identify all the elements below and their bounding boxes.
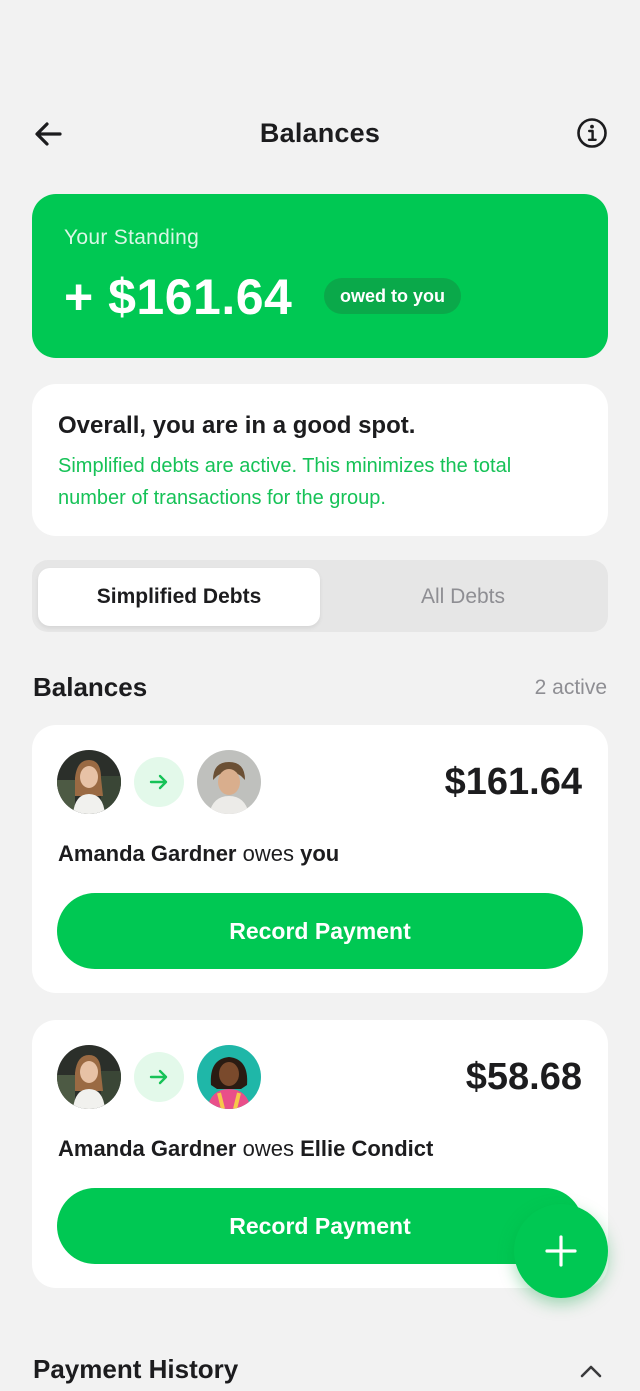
debtor-name: Amanda Gardner [58,1136,237,1161]
arrow-right-icon [149,1069,168,1085]
debt-amount: $161.64 [444,761,582,803]
tab-all-debts[interactable]: All Debts [322,568,604,626]
status-badge: owed to you [324,278,461,314]
plus-icon [545,1235,577,1267]
user-photo-icon [197,750,261,814]
debt-description: Amanda Gardner owes you [58,841,339,867]
tab-simplified-debts[interactable]: Simplified Debts [38,568,320,626]
debt-card: $161.64 Amanda Gardner owes you Record P… [32,725,608,993]
user-photo-icon [57,1045,121,1109]
transfer-direction [134,757,184,807]
debtor-name: Amanda Gardner [58,841,237,866]
creditor-name: you [300,841,340,866]
page-title: Balances [259,118,381,148]
record-payment-button[interactable]: Record Payment [57,893,583,969]
chevron-up-icon[interactable] [578,1358,604,1384]
arrow-right-icon [149,774,168,790]
debt-verb: owes [242,841,294,866]
debt-description: Amanda Gardner owes Ellie Condict [58,1136,433,1162]
balances-section-title: Balances [33,672,148,702]
add-button[interactable] [514,1204,608,1298]
standing-card: Your Standing + $161.64 owed to you [32,194,608,358]
user-photo-icon [197,1045,261,1109]
avatar [57,1045,121,1109]
avatar [197,750,261,814]
avatar [197,1045,261,1109]
transfer-direction [134,1052,184,1102]
status-card: Overall, you are in a good spot. Simplif… [32,384,608,536]
status-title: Overall, you are in a good spot. [58,412,416,439]
debt-amount: $58.68 [465,1056,582,1098]
standing-amount: + $161.64 [64,269,293,325]
payment-history-title: Payment History [33,1354,239,1384]
top-bar: Balances [0,100,640,168]
balances-screen: Balances Your Standing + $161.64 owed to… [0,0,640,1391]
debt-verb: owes [242,1136,294,1161]
info-circle-icon[interactable] [576,117,608,149]
status-description: Simplified debts are active. This minimi… [58,455,512,509]
creditor-name: Ellie Condict [300,1136,434,1161]
debt-view-segmented-control: Simplified Debts All Debts [32,560,608,632]
active-count: 2 active [534,676,607,699]
avatar [57,750,121,814]
record-payment-button[interactable]: Record Payment [57,1188,583,1264]
user-photo-icon [57,750,121,814]
standing-label: Your Standing [64,226,200,249]
